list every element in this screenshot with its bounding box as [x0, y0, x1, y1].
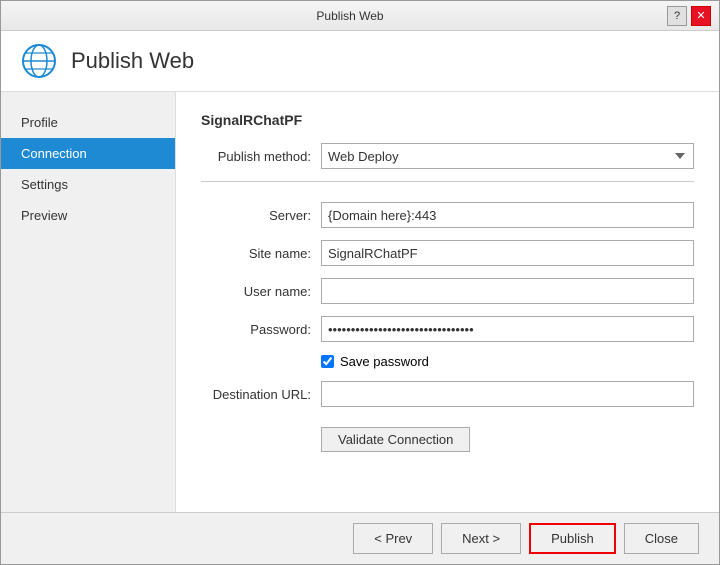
sidebar-item-connection[interactable]: Connection: [1, 138, 175, 169]
publish-method-row: Publish method: Web Deploy FTP File Syst…: [201, 143, 694, 169]
destination-url-input[interactable]: [321, 381, 694, 407]
site-name-row: Site name:: [201, 240, 694, 266]
close-button[interactable]: ✕: [691, 6, 711, 26]
section-title: SignalRChatPF: [201, 112, 694, 128]
sidebar-item-settings[interactable]: Settings: [1, 169, 175, 200]
help-button[interactable]: ?: [667, 6, 687, 26]
user-name-input[interactable]: [321, 278, 694, 304]
title-bar: Publish Web ? ✕: [1, 1, 719, 31]
header-title: Publish Web: [71, 48, 194, 74]
server-input[interactable]: [321, 202, 694, 228]
site-name-label: Site name:: [201, 246, 321, 261]
site-name-input[interactable]: [321, 240, 694, 266]
password-label: Password:: [201, 322, 321, 337]
server-row: Server:: [201, 202, 694, 228]
header-section: Publish Web: [1, 31, 719, 92]
prev-button[interactable]: < Prev: [353, 523, 433, 554]
publish-web-window: Publish Web ? ✕ Publish Web Profile Conn…: [0, 0, 720, 565]
publish-button[interactable]: Publish: [529, 523, 616, 554]
window-title: Publish Web: [33, 9, 667, 23]
footer: < Prev Next > Publish Close: [1, 512, 719, 564]
sidebar-item-profile[interactable]: Profile: [1, 107, 175, 138]
sidebar-item-preview[interactable]: Preview: [1, 200, 175, 231]
save-password-row: Save password: [201, 354, 694, 369]
save-password-checkbox[interactable]: [321, 355, 334, 368]
publish-method-select[interactable]: Web Deploy FTP File System: [321, 143, 694, 169]
server-label: Server:: [201, 208, 321, 223]
content-area: Profile Connection Settings Preview Sign…: [1, 92, 719, 512]
footer-close-button[interactable]: Close: [624, 523, 699, 554]
save-password-label[interactable]: Save password: [340, 354, 429, 369]
destination-url-row: Destination URL:: [201, 381, 694, 407]
publish-method-label: Publish method:: [201, 149, 321, 164]
next-button[interactable]: Next >: [441, 523, 521, 554]
user-name-label: User name:: [201, 284, 321, 299]
sidebar: Profile Connection Settings Preview: [1, 92, 176, 512]
password-input[interactable]: [321, 316, 694, 342]
title-bar-controls: ? ✕: [667, 6, 711, 26]
validate-connection-button[interactable]: Validate Connection: [321, 427, 470, 452]
form-divider: [201, 181, 694, 182]
destination-url-label: Destination URL:: [201, 387, 321, 402]
user-name-row: User name:: [201, 278, 694, 304]
globe-icon: [21, 43, 57, 79]
main-content: SignalRChatPF Publish method: Web Deploy…: [176, 92, 719, 512]
password-row: Password:: [201, 316, 694, 342]
